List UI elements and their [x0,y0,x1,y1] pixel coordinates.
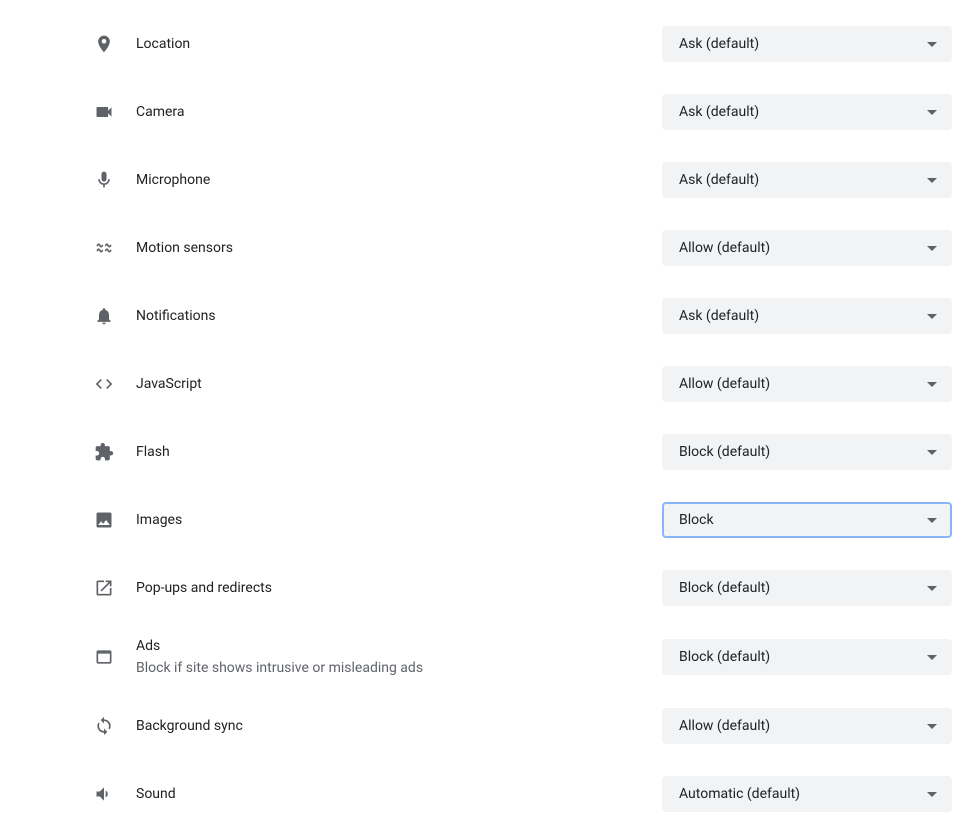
chevron-down-icon [927,110,937,115]
row-motion: Motion sensors Allow (default) [0,214,980,282]
row-popups: Pop-ups and redirects Block (default) [0,554,980,622]
select-sound[interactable]: Automatic (default) [662,776,952,812]
select-bgsync[interactable]: Allow (default) [662,708,952,744]
chevron-down-icon [927,246,937,251]
chevron-down-icon [927,586,937,591]
chevron-down-icon [927,42,937,47]
select-camera-value: Ask (default) [679,104,759,120]
select-javascript-value: Allow (default) [679,376,770,392]
image-icon [88,510,120,530]
chevron-down-icon [927,792,937,797]
select-motion[interactable]: Allow (default) [662,230,952,266]
select-popups[interactable]: Block (default) [662,570,952,606]
label-flash: Flash [136,442,662,462]
row-javascript: JavaScript Allow (default) [0,350,980,418]
select-notifications[interactable]: Ask (default) [662,298,952,334]
label-notifications: Notifications [136,306,662,326]
label-popups: Pop-ups and redirects [136,578,662,598]
ads-icon [88,647,120,667]
label-javascript: JavaScript [136,374,662,394]
select-images-value: Block [679,512,714,528]
label-images: Images [136,510,662,530]
select-microphone-value: Ask (default) [679,172,759,188]
code-icon [88,374,120,394]
chevron-down-icon [927,724,937,729]
chevron-down-icon [927,450,937,455]
chevron-down-icon [927,178,937,183]
sync-icon [88,716,120,736]
row-flash: Flash Block (default) [0,418,980,486]
plugin-icon [88,442,120,462]
label-sound: Sound [136,784,662,804]
label-location: Location [136,34,662,54]
location-icon [88,34,120,54]
permissions-list: Location Ask (default) Camera Ask (defau… [0,0,980,828]
microphone-icon [88,170,120,190]
select-javascript[interactable]: Allow (default) [662,366,952,402]
select-notifications-value: Ask (default) [679,308,759,324]
select-popups-value: Block (default) [679,580,770,596]
row-microphone: Microphone Ask (default) [0,146,980,214]
select-motion-value: Allow (default) [679,240,770,256]
sound-icon [88,784,120,804]
select-flash-value: Block (default) [679,444,770,460]
label-bgsync: Background sync [136,716,662,736]
select-flash[interactable]: Block (default) [662,434,952,470]
select-microphone[interactable]: Ask (default) [662,162,952,198]
row-notifications: Notifications Ask (default) [0,282,980,350]
row-images: Images Block [0,486,980,554]
select-ads-value: Block (default) [679,649,770,665]
popup-icon [88,578,120,598]
row-sound: Sound Automatic (default) [0,760,980,828]
row-location: Location Ask (default) [0,10,980,78]
row-camera: Camera Ask (default) [0,78,980,146]
label-motion: Motion sensors [136,238,662,258]
bell-icon [88,306,120,326]
select-bgsync-value: Allow (default) [679,718,770,734]
select-camera[interactable]: Ask (default) [662,94,952,130]
label-microphone: Microphone [136,170,662,190]
motion-icon [88,238,120,258]
chevron-down-icon [927,655,937,660]
sub-ads: Block if site shows intrusive or mislead… [136,658,662,678]
row-bgsync: Background sync Allow (default) [0,692,980,760]
select-sound-value: Automatic (default) [679,786,800,802]
chevron-down-icon [927,314,937,319]
chevron-down-icon [927,382,937,387]
camera-icon [88,102,120,122]
select-images[interactable]: Block [662,502,952,538]
select-location[interactable]: Ask (default) [662,26,952,62]
chevron-down-icon [927,518,937,523]
label-camera: Camera [136,102,662,122]
select-ads[interactable]: Block (default) [662,639,952,675]
label-ads: Ads [136,636,662,656]
row-ads: Ads Block if site shows intrusive or mis… [0,622,980,692]
select-location-value: Ask (default) [679,36,759,52]
